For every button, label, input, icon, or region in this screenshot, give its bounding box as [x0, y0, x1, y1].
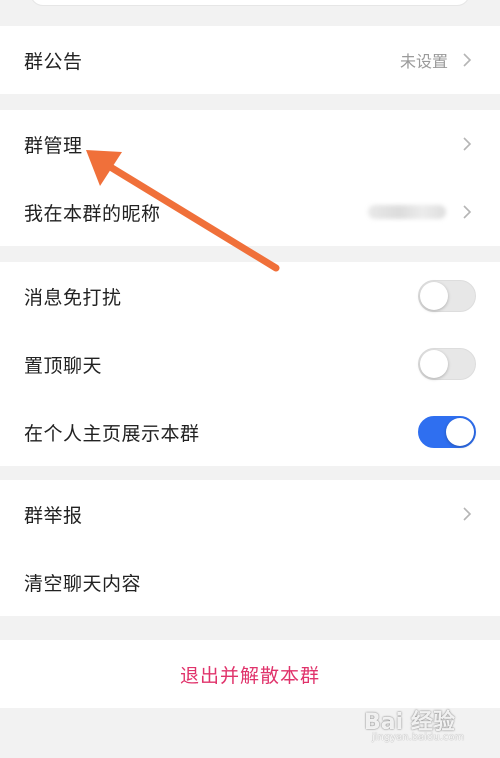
report-label: 群举报: [24, 504, 83, 527]
clear-history-label: 清空聊天内容: [24, 572, 142, 595]
chevron-right-icon: [458, 203, 476, 221]
announcement-row[interactable]: 群公告 未设置: [0, 26, 500, 94]
chat-settings-section: 消息免打扰 置顶聊天 在个人主页展示本群: [0, 262, 500, 466]
mute-toggle[interactable]: [418, 280, 476, 312]
leave-dissolve-label: 退出并解散本群: [179, 664, 320, 687]
show-profile-label: 在个人主页展示本群: [24, 422, 200, 445]
management-label: 群管理: [24, 134, 83, 157]
baidu-watermark: Bai 经验 jingyan.baidu.com: [364, 700, 476, 748]
chevron-right-icon: [458, 135, 476, 153]
nickname-row[interactable]: 我在本群的昵称: [0, 178, 500, 246]
mute-row: 消息免打扰: [0, 262, 500, 330]
chevron-right-icon: [458, 51, 476, 69]
show-profile-toggle[interactable]: [418, 416, 476, 448]
management-row[interactable]: 群管理: [0, 110, 500, 178]
announcement-label: 群公告: [24, 50, 83, 73]
group-settings-screen: 群公告 未设置 群管理 我在本群的昵称 消息免打扰 置顶聊天 在个人主页展示本群…: [0, 0, 500, 758]
toggle-knob: [420, 282, 448, 310]
clear-history-row[interactable]: 清空聊天内容: [0, 548, 500, 616]
other-section: 群举报 清空聊天内容: [0, 480, 500, 616]
pin-row: 置顶聊天: [0, 330, 500, 398]
group-manage-section: 群管理 我在本群的昵称: [0, 110, 500, 246]
watermark-subtext: jingyan.baidu.com: [372, 732, 465, 743]
nickname-value-blurred: [368, 205, 446, 219]
report-row[interactable]: 群举报: [0, 480, 500, 548]
leave-dissolve-button[interactable]: 退出并解散本群: [0, 640, 500, 708]
chevron-right-icon: [458, 505, 476, 523]
nickname-label: 我在本群的昵称: [24, 202, 161, 225]
search-bar-partial[interactable]: [30, 0, 470, 6]
group-info-section: 群公告 未设置: [0, 26, 500, 94]
pin-label: 置顶聊天: [24, 354, 103, 377]
pin-toggle[interactable]: [418, 348, 476, 380]
show-profile-row: 在个人主页展示本群: [0, 398, 500, 466]
toggle-knob: [420, 350, 448, 378]
toggle-knob: [446, 418, 474, 446]
mute-label: 消息免打扰: [24, 286, 122, 309]
announcement-value: 未设置: [399, 52, 448, 71]
